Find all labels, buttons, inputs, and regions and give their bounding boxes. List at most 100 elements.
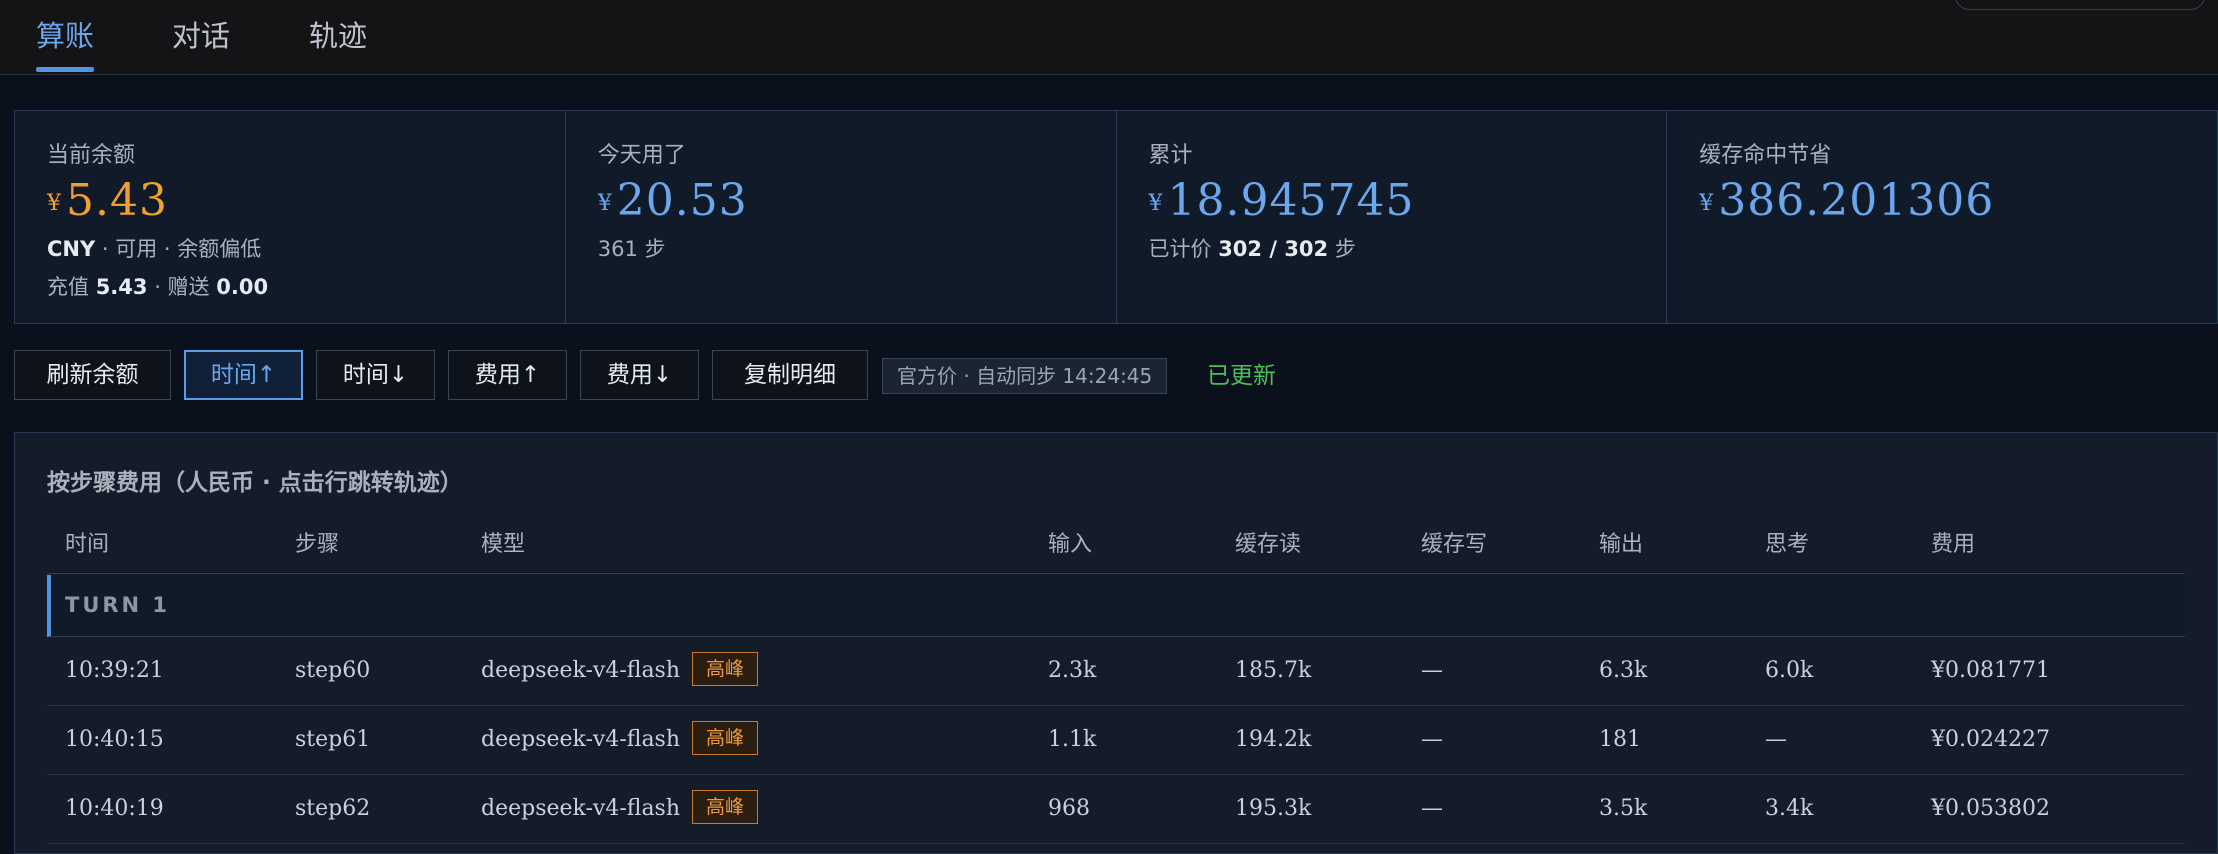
cell-thinking: 6.0k <box>1765 658 1814 683</box>
cell-step: step61 <box>295 727 371 752</box>
cell-output: 181 <box>1599 727 1641 752</box>
table-row[interactable]: 10:40:19 step62 deepseek-v4-flash 高峰 968 … <box>47 775 2185 844</box>
balance-value: ¥5.43 <box>47 175 168 231</box>
cell-time: 10:40:15 <box>65 727 164 752</box>
total-value: ¥18.945745 <box>1149 175 1415 231</box>
balance-label: 当前余额 <box>47 143 136 168</box>
table-row[interactable]: 10:39:21 step60 deepseek-v4-flash 高峰 2.3k… <box>47 637 2185 706</box>
table-header: 时间 步骤 模型 输入 缓存读 缓存写 输出 思考 费用 <box>47 517 2185 574</box>
turn-label: TURN 1 <box>65 593 171 617</box>
cell-input: 2.3k <box>1048 658 1097 683</box>
column-header-input: 输入 <box>1048 532 1093 557</box>
cell-input: 1.1k <box>1048 727 1097 752</box>
panel-title: 按步骤费用（人民币 · 点击行跳转轨迹） <box>47 470 463 496</box>
tab-conversation[interactable]: 对话 <box>172 14 230 72</box>
currency-code: CNY <box>47 237 96 261</box>
gift-value: 0.00 <box>216 275 269 299</box>
copy-details-button[interactable]: 复制明细 <box>712 350 868 400</box>
cell-model: deepseek-v4-flash 高峰 <box>481 637 759 705</box>
balance-card: 当前余额 ¥5.43 CNY · 可用 · 余额偏低 充值 5.43 · 赠送 … <box>15 111 566 323</box>
top-right-control[interactable] <box>1954 0 2206 10</box>
cache-savings-card: 缓存命中节省 ¥386.201306 <box>1667 111 2217 323</box>
balance-currency-symbol: ¥ <box>47 191 62 216</box>
peak-badge: 高峰 <box>692 790 759 824</box>
cell-output: 6.3k <box>1599 658 1648 683</box>
cache-currency-symbol: ¥ <box>1699 191 1715 216</box>
cell-step: step62 <box>295 796 371 821</box>
sort-cost-asc-button[interactable]: 费用↑ <box>448 350 567 400</box>
today-steps: 361 步 <box>597 237 666 261</box>
active-tab-indicator <box>36 67 95 72</box>
gift-label: · 赠送 <box>154 275 210 299</box>
cache-label: 缓存命中节省 <box>1699 143 1832 168</box>
cache-amount: 386.201306 <box>1718 175 1995 226</box>
tab-billing-label: 算账 <box>36 19 95 53</box>
updated-status: 已更新 <box>1207 363 1276 389</box>
today-usage-card: 今天用了 ¥20.53 361 步 <box>566 111 1117 323</box>
column-header-thinking: 思考 <box>1765 532 1810 557</box>
peak-badge: 高峰 <box>692 721 759 755</box>
balance-status: CNY · 可用 · 余额偏低 <box>47 233 261 263</box>
cell-input: 968 <box>1048 796 1090 821</box>
column-header-time: 时间 <box>65 532 110 557</box>
cell-time: 10:39:21 <box>65 658 164 683</box>
cell-cache-read: 194.2k <box>1235 727 1312 752</box>
column-header-cost: 费用 <box>1931 532 1976 557</box>
cell-time: 10:40:19 <box>65 796 164 821</box>
cell-cost: ¥0.053802 <box>1931 796 2050 821</box>
sort-time-asc-button[interactable]: 时间↑ <box>184 350 303 400</box>
total-label: 累计 <box>1148 143 1193 168</box>
step-cost-panel: 按步骤费用（人民币 · 点击行跳转轨迹） 时间 步骤 模型 输入 缓存读 缓存写… <box>14 432 2218 854</box>
today-label: 今天用了 <box>597 143 686 168</box>
model-name: deepseek-v4-flash <box>481 727 681 752</box>
cell-cache-read: 185.7k <box>1235 658 1312 683</box>
cell-thinking: 3.4k <box>1765 796 1814 821</box>
sort-time-desc-button[interactable]: 时间↓ <box>316 350 435 400</box>
model-name: deepseek-v4-flash <box>481 796 681 821</box>
recharge-label: 充值 <box>47 275 89 299</box>
cell-cache-write: — <box>1421 658 1443 683</box>
cell-output: 3.5k <box>1599 796 1648 821</box>
total-card: 累计 ¥18.945745 已计价 302 / 302 步 <box>1117 111 1668 323</box>
balance-breakdown: 充值 5.43 · 赠送 0.00 <box>47 271 268 301</box>
turn-group-header: TURN 1 <box>47 575 2185 637</box>
total-amount: 18.945745 <box>1167 175 1415 226</box>
balance-amount: 5.43 <box>66 175 168 226</box>
tab-billing[interactable]: 算账 <box>36 14 95 72</box>
cell-cache-read: 195.3k <box>1235 796 1312 821</box>
priced-value: 302 / 302 <box>1218 237 1329 261</box>
cell-step: step60 <box>295 658 371 683</box>
cell-cache-write: — <box>1421 727 1443 752</box>
today-currency-symbol: ¥ <box>597 191 613 216</box>
cache-value: ¥386.201306 <box>1699 175 1994 231</box>
total-priced: 已计价 302 / 302 步 <box>1149 233 1356 263</box>
cell-model: deepseek-v4-flash 高峰 <box>481 775 759 843</box>
column-header-cache-read: 缓存读 <box>1235 532 1302 557</box>
stats-cards: 当前余额 ¥5.43 CNY · 可用 · 余额偏低 充值 5.43 · 赠送 … <box>14 110 2218 324</box>
today-value: ¥20.53 <box>598 175 748 231</box>
column-header-step: 步骤 <box>295 532 340 557</box>
cell-cost: ¥0.081771 <box>1931 658 2050 683</box>
refresh-balance-button[interactable]: 刷新余额 <box>14 350 171 400</box>
cell-cost: ¥0.024227 <box>1931 727 2050 752</box>
column-header-cache-write: 缓存写 <box>1421 532 1488 557</box>
tab-trajectory-label: 轨迹 <box>309 19 368 53</box>
column-header-output: 输出 <box>1599 532 1644 557</box>
priced-unit: 步 <box>1334 237 1356 261</box>
balance-status-text: · 可用 · 余额偏低 <box>101 237 262 261</box>
tab-conversation-label: 对话 <box>172 19 231 53</box>
peak-badge: 高峰 <box>692 652 759 686</box>
priced-label: 已计价 <box>1148 237 1212 261</box>
today-amount: 20.53 <box>616 175 748 226</box>
column-header-model: 模型 <box>481 532 526 557</box>
model-name: deepseek-v4-flash <box>481 658 681 683</box>
cell-model: deepseek-v4-flash 高峰 <box>481 706 759 774</box>
table-row[interactable]: 10:40:15 step61 deepseek-v4-flash 高峰 1.1k… <box>47 706 2185 775</box>
recharge-value: 5.43 <box>95 275 148 299</box>
tab-trajectory[interactable]: 轨迹 <box>309 14 367 72</box>
cell-cache-write: — <box>1421 796 1443 821</box>
total-currency-symbol: ¥ <box>1148 191 1164 216</box>
top-nav: 算账 对话 轨迹 <box>0 0 2218 75</box>
sort-cost-desc-button[interactable]: 费用↓ <box>580 350 699 400</box>
cell-thinking: — <box>1765 727 1787 752</box>
